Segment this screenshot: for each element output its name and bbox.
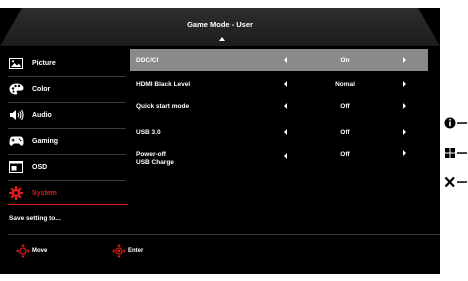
footer-divider bbox=[8, 234, 440, 235]
setting-row-ddc-ci[interactable]: DDC/CI On bbox=[130, 49, 428, 71]
picture-icon bbox=[8, 56, 24, 70]
save-setting-button[interactable]: Save setting to... bbox=[9, 215, 61, 222]
increase-arrow-icon[interactable] bbox=[403, 57, 406, 63]
close-icon bbox=[444, 176, 467, 188]
sidebar-item-label: OSD bbox=[32, 163, 48, 171]
increase-arrow-icon[interactable] bbox=[403, 150, 406, 156]
setting-value: Off bbox=[340, 151, 350, 158]
decrease-arrow-icon[interactable] bbox=[284, 81, 287, 87]
setting-value: Nomal bbox=[335, 81, 355, 88]
setting-value: Off bbox=[340, 129, 350, 136]
footer-move-hint: Move bbox=[16, 244, 47, 258]
osd-title: Game Mode - User bbox=[187, 20, 253, 29]
move-label: Move bbox=[32, 248, 48, 254]
scroll-up-icon[interactable] bbox=[219, 37, 225, 41]
increase-arrow-icon[interactable] bbox=[403, 81, 406, 87]
osd-menu: Game Mode - User Picture Color Audio Gam… bbox=[0, 8, 440, 274]
setting-row-quick-start-mode[interactable]: Quick start mode Off bbox=[130, 95, 428, 117]
gear-icon bbox=[8, 186, 24, 200]
increase-arrow-icon[interactable] bbox=[403, 103, 406, 109]
gamepad-icon bbox=[8, 134, 24, 148]
setting-row-hdmi-black-level[interactable]: HDMI Black Level Nomal bbox=[130, 73, 428, 95]
speaker-icon bbox=[8, 108, 24, 122]
setting-label: Quick start mode bbox=[136, 103, 190, 110]
sidebar-item-color[interactable]: Color bbox=[8, 78, 128, 100]
sidebar-item-label: Picture bbox=[32, 59, 56, 67]
decrease-arrow-icon[interactable] bbox=[284, 103, 287, 109]
setting-row-usb-3[interactable]: USB 3.0 Off bbox=[130, 121, 428, 143]
info-button[interactable] bbox=[444, 116, 468, 130]
footer-enter-hint: Enter bbox=[112, 244, 143, 258]
setting-label-line1: Power-off bbox=[136, 151, 166, 158]
enter-label: Enter bbox=[128, 248, 144, 254]
setting-label-line2: USB Charge bbox=[136, 159, 174, 166]
dpad-move-icon bbox=[16, 244, 30, 258]
setting-label: DDC/CI bbox=[136, 57, 159, 64]
grid-icon bbox=[445, 148, 467, 158]
sidebar-item-gaming[interactable]: Gaming bbox=[8, 130, 128, 152]
sidebar-item-audio[interactable]: Audio bbox=[8, 104, 128, 126]
sidebar-item-osd[interactable]: OSD bbox=[8, 156, 128, 178]
decrease-arrow-icon[interactable] bbox=[284, 153, 287, 159]
color-palette-icon bbox=[8, 82, 24, 96]
sidebar-item-system[interactable]: System bbox=[8, 182, 128, 205]
setting-row-power-off-usb-charge[interactable]: Power-off USB Charge Off bbox=[130, 145, 428, 171]
setting-label: Power-off USB Charge bbox=[136, 151, 174, 167]
sidebar-item-picture[interactable]: Picture bbox=[8, 52, 128, 74]
close-button[interactable] bbox=[444, 175, 468, 189]
decrease-arrow-icon[interactable] bbox=[284, 57, 287, 63]
sidebar-item-label: Color bbox=[32, 85, 51, 93]
setting-label: USB 3.0 bbox=[136, 129, 161, 136]
dpad-enter-icon bbox=[112, 244, 126, 258]
increase-arrow-icon[interactable] bbox=[403, 129, 406, 135]
info-icon bbox=[444, 117, 467, 129]
decrease-arrow-icon[interactable] bbox=[284, 129, 287, 135]
sidebar-item-label: Audio bbox=[32, 111, 52, 119]
input-button[interactable] bbox=[444, 146, 468, 160]
osd-header: Game Mode - User bbox=[0, 8, 440, 46]
sidebar-item-label: System bbox=[32, 189, 57, 197]
osd-window-icon bbox=[8, 160, 24, 174]
sidebar-item-label: Gaming bbox=[32, 137, 59, 145]
setting-label: HDMI Black Level bbox=[136, 81, 191, 88]
setting-value: Off bbox=[340, 103, 350, 110]
setting-value: On bbox=[340, 57, 350, 64]
